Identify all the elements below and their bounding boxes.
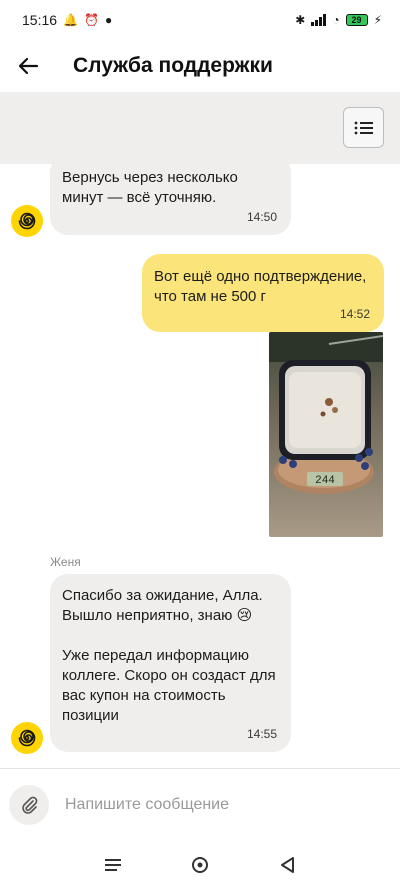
message-input[interactable] — [65, 795, 365, 814]
scale-display: 244 — [315, 475, 335, 487]
back-triangle-icon — [280, 856, 294, 873]
spiral-logo-icon — [18, 729, 36, 747]
wifi-icon: ◔ — [332, 13, 340, 27]
chat-area[interactable]: Вернусь через несколько минут — всё уточ… — [0, 92, 400, 768]
message-bubble-incoming[interactable]: Спасибо за ожидание, Алла. Вышло неприят… — [50, 574, 291, 752]
message-text: Спасибо за ожидание, Алла. Вышло неприят… — [62, 587, 276, 724]
attach-button[interactable] — [9, 784, 49, 825]
battery-indicator: 29 — [345, 14, 368, 26]
menu-button[interactable] — [343, 107, 384, 148]
message-composer — [0, 768, 400, 840]
arrow-left-icon — [18, 57, 39, 75]
nav-menu-button[interactable] — [93, 845, 133, 885]
list-icon — [354, 121, 373, 134]
message-time: 14:50 — [246, 210, 277, 224]
photo-attachment[interactable]: 244 — [269, 332, 383, 537]
alarm-bell-icon: 🔔 — [63, 13, 78, 27]
message-text: Вернусь через несколько минут — всё уточ… — [62, 169, 238, 206]
menu-lines-icon — [105, 858, 122, 871]
alarm-clock-icon: ⏰ — [84, 13, 99, 27]
message-bubble-outgoing[interactable]: Вот ещё одно подтверждение, что там не 5… — [142, 254, 384, 332]
system-nav-bar — [0, 840, 400, 889]
status-time: 15:16 — [22, 12, 58, 28]
message-bubble-incoming[interactable]: Вернусь через несколько минут — всё уточ… — [50, 154, 291, 235]
sender-name: Женя — [50, 555, 81, 569]
status-bar: 15:16 🔔 ⏰ ● ✱ ◔ 29 ⚡ — [0, 0, 400, 40]
back-button[interactable] — [0, 40, 56, 92]
page-title: Служба поддержки — [73, 54, 273, 77]
home-circle-icon — [191, 856, 208, 873]
charging-icon: ⚡ — [373, 13, 382, 27]
nav-home-button[interactable] — [180, 845, 220, 885]
status-right: ✱ ◔ 29 ⚡ — [295, 13, 382, 27]
signal-icon — [311, 14, 327, 26]
support-avatar — [11, 722, 43, 754]
message-time: 14:52 — [339, 307, 370, 321]
message-text: Вот ещё одно подтверждение, что там не 5… — [154, 268, 367, 305]
spiral-logo-icon — [18, 212, 36, 230]
bluetooth-icon: ✱ — [295, 13, 306, 27]
message-time: 14:55 — [246, 727, 277, 741]
paperclip-icon — [22, 796, 38, 814]
nav-back-button[interactable] — [267, 845, 307, 885]
photo-image: 244 — [269, 332, 383, 537]
app-notification-icon: ● — [104, 13, 113, 27]
header: Служба поддержки — [0, 40, 400, 92]
support-avatar — [11, 205, 43, 237]
status-left: 15:16 🔔 ⏰ ● — [22, 12, 112, 28]
